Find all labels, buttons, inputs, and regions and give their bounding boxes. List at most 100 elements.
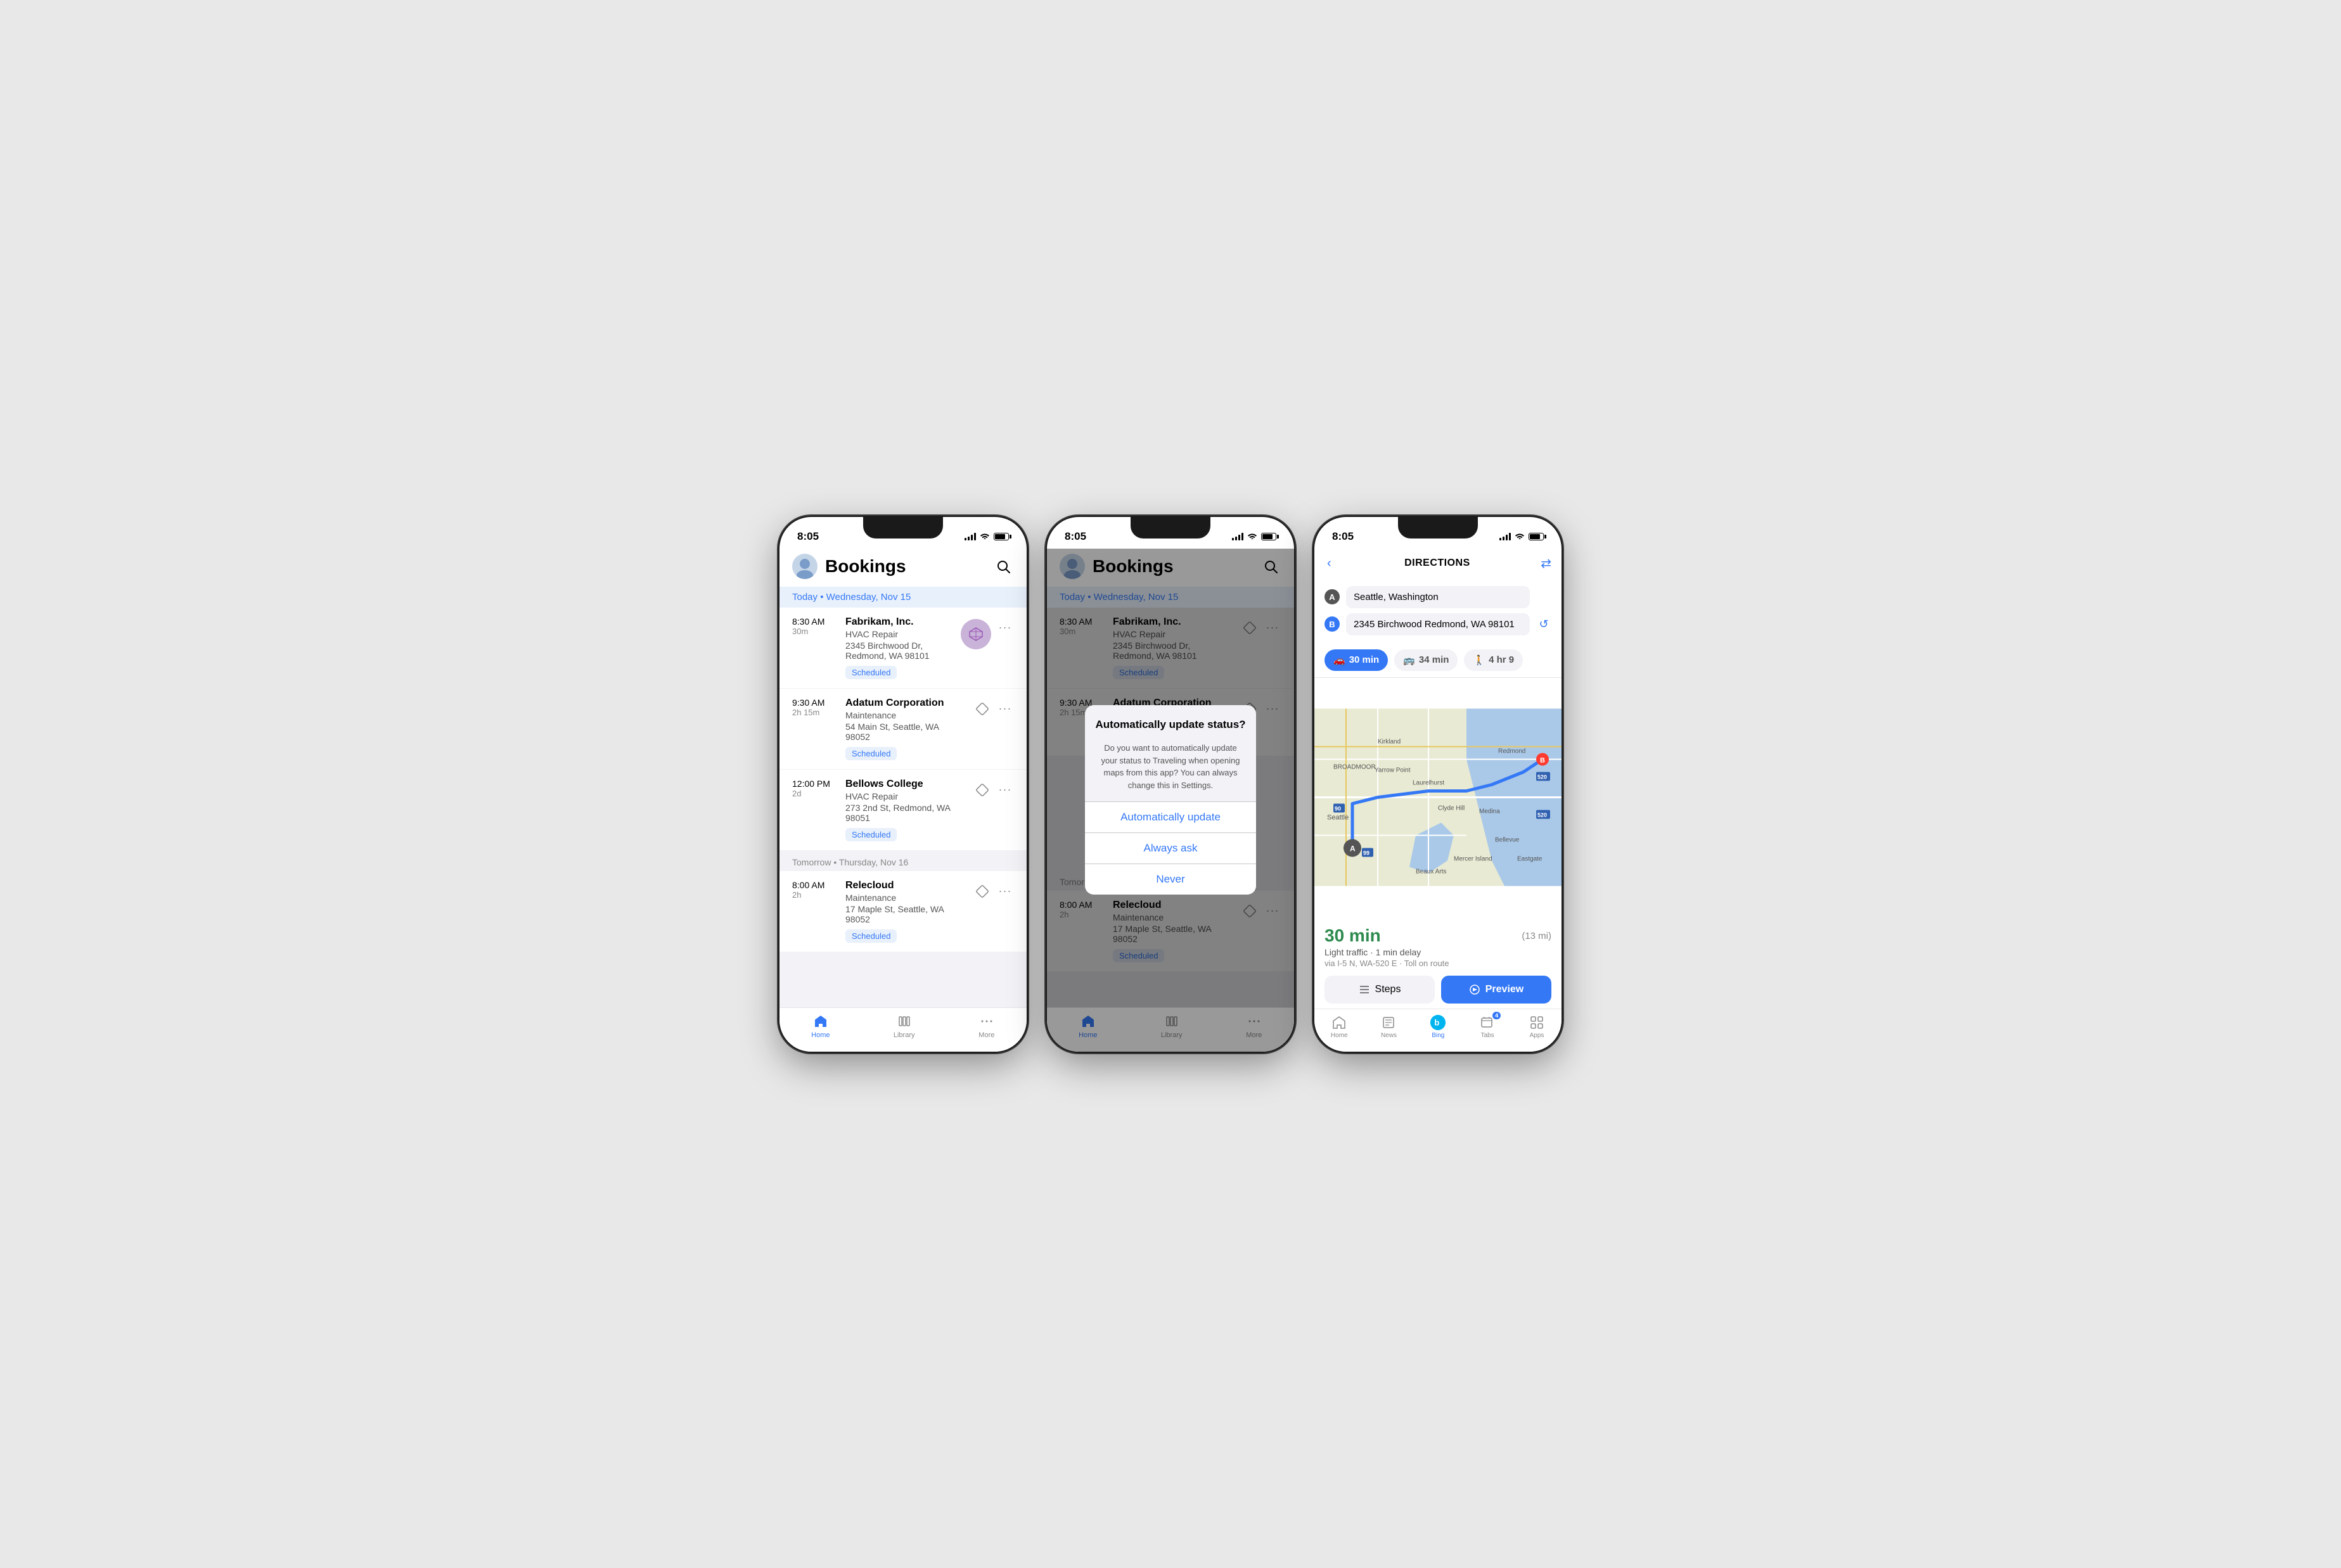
- booking-list-1: 8:30 AM 30m Fabrikam, Inc. HVAC Repair 2…: [779, 608, 1027, 1007]
- signal-icon-3: [1499, 533, 1511, 540]
- search-button-1[interactable]: [992, 556, 1014, 577]
- tab-home-1[interactable]: Home: [811, 1013, 830, 1039]
- maps-header: ‹ DIRECTIONS ⇄: [1314, 549, 1562, 581]
- svg-text:Kirkland: Kirkland: [1378, 738, 1401, 745]
- dest-dot: B: [1324, 616, 1340, 632]
- tab-library-1[interactable]: Library: [894, 1013, 915, 1039]
- svg-text:520: 520: [1537, 812, 1547, 818]
- svg-text:Mercer Island: Mercer Island: [1454, 855, 1492, 862]
- modal-overlay[interactable]: Automatically update status? Do you want…: [1047, 549, 1294, 1052]
- status-icons-3: [1499, 532, 1544, 541]
- booking-time-1-3: 12:00 PM 2d: [792, 779, 837, 798]
- never-button[interactable]: Never: [1085, 864, 1256, 895]
- steps-label: Steps: [1375, 984, 1401, 995]
- origin-input[interactable]: Seattle, Washington: [1346, 586, 1530, 608]
- booking-details-1-2: Adatum Corporation Maintenance 54 Main S…: [845, 698, 965, 760]
- map-area[interactable]: Seattle Redmond Medina Clyde Hill Laurel…: [1314, 678, 1562, 917]
- svg-text:90: 90: [1335, 805, 1341, 812]
- svg-text:Beaux Arts: Beaux Arts: [1416, 868, 1446, 875]
- svg-text:b: b: [1435, 1017, 1440, 1027]
- car-icon: 🚗: [1333, 654, 1345, 666]
- maps-tab-home[interactable]: Home: [1331, 1014, 1348, 1039]
- notch-1: [863, 517, 943, 539]
- car-transport-btn[interactable]: 🚗 30 min: [1324, 649, 1388, 671]
- booking-details-1-3: Bellows College HVAC Repair 273 2nd St, …: [845, 779, 965, 841]
- route-inputs: A Seattle, Washington B 2345 Birchwood R…: [1314, 581, 1562, 643]
- maps-home-icon: [1331, 1014, 1347, 1031]
- booking-item-1-3[interactable]: 12:00 PM 2d Bellows College HVAC Repair …: [779, 770, 1027, 850]
- svg-text:Yarrow Point: Yarrow Point: [1375, 767, 1411, 774]
- bookings-title-row-1: Bookings: [792, 554, 906, 579]
- tabs-icon: 4: [1479, 1014, 1496, 1031]
- tomorrow-divider-1: Tomorrow • Thursday, Nov 16: [779, 851, 1027, 871]
- diamond-icon-1-t: [973, 883, 991, 900]
- bookings-header-1: Bookings: [779, 549, 1027, 587]
- maps-tab-apps[interactable]: Apps: [1529, 1014, 1545, 1039]
- svg-text:Bellevue: Bellevue: [1495, 836, 1520, 843]
- origin-dot: A: [1324, 589, 1340, 604]
- preview-button[interactable]: Preview: [1441, 976, 1551, 1004]
- avatar-1[interactable]: [792, 554, 818, 579]
- wifi-icon-2: [1247, 532, 1257, 541]
- directions-actions: Steps Preview: [1324, 976, 1551, 1004]
- filter-button[interactable]: ⇄: [1541, 556, 1551, 571]
- svg-text:99: 99: [1363, 850, 1369, 856]
- transit-icon: 🚌: [1403, 654, 1415, 666]
- preview-label: Preview: [1485, 984, 1523, 995]
- booking-actions-1-3: ···: [973, 779, 1014, 799]
- home-icon-1: [812, 1013, 829, 1029]
- svg-text:A: A: [1350, 844, 1356, 853]
- notch-3: [1398, 517, 1478, 539]
- dest-input[interactable]: 2345 Birchwood Redmond, WA 98101: [1346, 613, 1530, 635]
- booking-time-1-t: 8:00 AM 2h: [792, 880, 837, 900]
- traffic-info: Light traffic · 1 min delay: [1324, 947, 1551, 957]
- more-tab-icon-1: [978, 1013, 995, 1029]
- more-button-1-2[interactable]: ···: [996, 700, 1014, 718]
- diamond-icon-1-2: [973, 700, 991, 718]
- transport-options: 🚗 30 min 🚌 34 min 🚶 4 hr 9: [1314, 643, 1562, 678]
- svg-text:Eastgate: Eastgate: [1517, 855, 1542, 862]
- booking-item-1-2[interactable]: 9:30 AM 2h 15m Adatum Corporation Mainte…: [779, 689, 1027, 769]
- tab-more-1[interactable]: More: [978, 1013, 995, 1039]
- more-button-1-1[interactable]: ···: [996, 619, 1014, 637]
- more-button-1-t[interactable]: ···: [996, 883, 1014, 900]
- maps-tab-tabs[interactable]: 4 Tabs: [1479, 1014, 1496, 1039]
- more-button-1-3[interactable]: ···: [996, 781, 1014, 799]
- status-time-2: 8:05: [1065, 530, 1086, 543]
- transit-transport-btn[interactable]: 🚌 34 min: [1394, 649, 1458, 671]
- maps-tab-bing[interactable]: b Bing: [1430, 1014, 1446, 1039]
- auto-update-button[interactable]: Automatically update: [1085, 802, 1256, 833]
- maps-tab-news[interactable]: News: [1380, 1014, 1397, 1039]
- svg-text:BROADMOOR: BROADMOOR: [1333, 763, 1376, 770]
- modal-header: Automatically update status?: [1085, 705, 1256, 742]
- booking-time-1-2: 9:30 AM 2h 15m: [792, 698, 837, 717]
- maps-app: ‹ DIRECTIONS ⇄ A Seattle, Washington B 2…: [1314, 549, 1562, 1052]
- transit-time: 34 min: [1419, 654, 1449, 665]
- bing-icon: b: [1430, 1014, 1446, 1031]
- status-time-3: 8:05: [1332, 530, 1354, 543]
- booking-actions-1-1: ···: [961, 616, 1014, 649]
- svg-text:Medina: Medina: [1479, 808, 1500, 815]
- svg-text:Redmond: Redmond: [1498, 748, 1525, 755]
- bookings-title-1: Bookings: [825, 556, 906, 577]
- svg-text:Laurelhurst: Laurelhurst: [1413, 779, 1444, 786]
- walk-icon: 🚶: [1473, 654, 1485, 666]
- booking-item-1-tomorrow[interactable]: 8:00 AM 2h Relecloud Maintenance 17 Mapl…: [779, 871, 1027, 952]
- always-ask-button[interactable]: Always ask: [1085, 833, 1256, 864]
- tab-bar-1: Home Library More: [779, 1007, 1027, 1052]
- bookings-app-1: Bookings Today • Wednesday, Nov 15 8:30 …: [779, 549, 1027, 1052]
- wifi-icon-3: [1515, 532, 1525, 541]
- directions-bottom: 30 min (13 mi) Light traffic · 1 min del…: [1314, 917, 1562, 1009]
- booking-item-1-1[interactable]: 8:30 AM 30m Fabrikam, Inc. HVAC Repair 2…: [779, 608, 1027, 688]
- swap-button[interactable]: ↺: [1536, 616, 1551, 632]
- booking-time-1-1: 8:30 AM 30m: [792, 616, 837, 636]
- steps-button[interactable]: Steps: [1324, 976, 1435, 1004]
- status-time-1: 8:05: [797, 530, 819, 543]
- modal-title: Automatically update status?: [1095, 718, 1246, 732]
- via-info: via I-5 N, WA-520 E · Toll on route: [1324, 959, 1551, 968]
- booking-actions-1-t: ···: [973, 880, 1014, 900]
- directions-title: DIRECTIONS: [1340, 558, 1535, 569]
- back-button[interactable]: ‹: [1324, 554, 1334, 573]
- route-time: 30 min: [1324, 926, 1381, 946]
- walk-transport-btn[interactable]: 🚶 4 hr 9: [1464, 649, 1523, 671]
